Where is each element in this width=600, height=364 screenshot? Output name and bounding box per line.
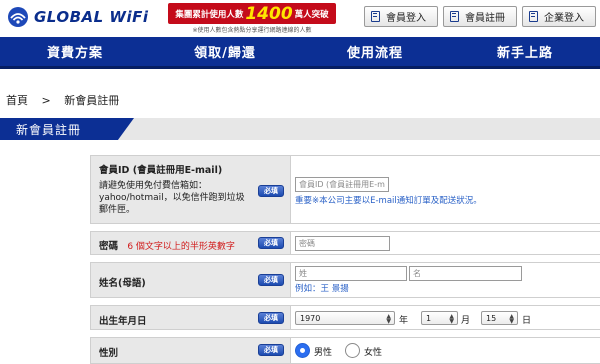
first-name-input[interactable] bbox=[409, 266, 522, 281]
required-badge: 必填 bbox=[258, 237, 284, 249]
banner-headline: 集團累計使用人數 1400 萬人突破 bbox=[168, 3, 336, 24]
main-nav: 資費方案 領取/歸還 使用流程 新手上路 bbox=[0, 37, 600, 69]
member-id-label: 會員ID (會員註冊用E-mail) bbox=[99, 165, 223, 176]
gender-female-label[interactable]: 女性 bbox=[364, 345, 382, 358]
name-field-cell: 例如：王 景揚 bbox=[290, 262, 600, 298]
member-id-field-cell: 重要※本公司主要以E-mail通知訂單及配送狀況。 bbox=[290, 155, 600, 224]
gender-field-cell: 男性 女性 bbox=[290, 337, 600, 364]
birthday-row: 出生年月日 必填 1970 ▲ ▼ 年 1 ▲ ▼ 月 15 ▲ ▼ 日 bbox=[90, 305, 600, 330]
form-icon bbox=[529, 11, 538, 22]
birthday-field-cell: 1970 ▲ ▼ 年 1 ▲ ▼ 月 15 ▲ ▼ 日 bbox=[290, 305, 600, 330]
birth-day-select[interactable]: 15 ▲ ▼ bbox=[481, 311, 518, 325]
gender-label-cell: 性別 必填 bbox=[90, 337, 290, 364]
gender-female-radio[interactable] bbox=[345, 343, 360, 358]
banner-number: 1400 bbox=[245, 3, 293, 24]
month-unit: 月 bbox=[461, 316, 471, 326]
password-label: 密碼 bbox=[99, 241, 119, 252]
select-arrows-icon: ▲ ▼ bbox=[386, 313, 391, 325]
required-badge: 必填 bbox=[258, 274, 284, 286]
breadcrumb-separator: > bbox=[41, 94, 51, 107]
birthday-label-cell: 出生年月日 必填 bbox=[90, 305, 290, 330]
password-hint: 6 個文字以上的半形英數字 bbox=[127, 242, 235, 252]
required-badge: 必填 bbox=[258, 344, 284, 356]
form-icon bbox=[450, 11, 459, 22]
day-unit: 日 bbox=[522, 316, 532, 326]
breadcrumb: 首頁 > 新會員註冊 bbox=[6, 92, 119, 108]
logo-text: GLOBAL WiFi bbox=[34, 8, 149, 26]
login-button[interactable]: 會員登入 bbox=[364, 6, 438, 27]
birth-year-select[interactable]: 1970 ▲ ▼ bbox=[295, 311, 395, 325]
password-input[interactable] bbox=[295, 236, 390, 251]
nav-item-plans[interactable]: 資費方案 bbox=[0, 37, 150, 66]
gender-row: 性別 必填 男性 女性 bbox=[90, 337, 600, 364]
birth-month-select[interactable]: 1 ▲ ▼ bbox=[421, 311, 458, 325]
birth-month-value: 1 bbox=[426, 313, 432, 323]
member-id-row: 會員ID (會員註冊用E-mail) 請避免使用免付費信箱如：yahoo/hot… bbox=[90, 155, 600, 224]
password-field-cell bbox=[290, 231, 600, 255]
banner-note: ※使用人數包含熱點分享運行網路連線的人數 bbox=[192, 27, 312, 34]
section-bar: 新會員註冊 bbox=[0, 118, 600, 140]
gender-male-label[interactable]: 男性 bbox=[314, 345, 332, 358]
birth-year-value: 1970 bbox=[300, 313, 321, 323]
wifi-globe-icon bbox=[6, 6, 30, 28]
birth-day-value: 15 bbox=[486, 313, 497, 323]
member-id-note: 重要※本公司主要以E-mail通知訂單及配送狀況。 bbox=[295, 196, 482, 206]
page-title: 新會員註冊 bbox=[0, 118, 134, 140]
form-icon bbox=[371, 11, 380, 22]
last-name-input[interactable] bbox=[295, 266, 407, 281]
birthday-label: 出生年月日 bbox=[99, 316, 147, 327]
member-id-input[interactable] bbox=[295, 177, 389, 192]
year-unit: 年 bbox=[399, 316, 409, 326]
name-row: 姓名(母語) 必填 例如：王 景揚 bbox=[90, 262, 600, 298]
site-header: GLOBAL WiFi 集團累計使用人數 1400 萬人突破 ※使用人數包含熱點… bbox=[0, 0, 600, 37]
nav-item-beginner-guide[interactable]: 新手上路 bbox=[450, 37, 600, 66]
site-logo[interactable]: GLOBAL WiFi bbox=[6, 6, 148, 28]
banner-pre: 集團累計使用人數 bbox=[175, 9, 244, 20]
corporate-login-button[interactable]: 企業登入 bbox=[522, 6, 596, 27]
login-button-label: 會員登入 bbox=[386, 13, 426, 24]
usage-banner[interactable]: 集團累計使用人數 1400 萬人突破 ※使用人數包含熱點分享運行網路連線的人數 bbox=[168, 3, 336, 34]
register-button-label: 會員註冊 bbox=[465, 13, 505, 24]
nav-item-pickup-return[interactable]: 領取/歸還 bbox=[150, 37, 300, 66]
member-id-label-cell: 會員ID (會員註冊用E-mail) 請避免使用免付費信箱如：yahoo/hot… bbox=[90, 155, 290, 224]
nav-item-usage-flow[interactable]: 使用流程 bbox=[300, 37, 450, 66]
password-row: 密碼 6 個文字以上的半形英數字 必填 bbox=[90, 231, 600, 255]
breadcrumb-current: 新會員註冊 bbox=[64, 94, 120, 107]
name-label: 姓名(母語) bbox=[99, 278, 146, 289]
breadcrumb-home[interactable]: 首頁 bbox=[6, 94, 28, 107]
corporate-login-button-label: 企業登入 bbox=[544, 13, 584, 24]
member-id-hint: 請避免使用免付費信箱如：yahoo/hotmail，以免信件跑到垃圾郵件匣。 bbox=[99, 181, 245, 215]
select-arrows-icon: ▲ ▼ bbox=[449, 313, 454, 325]
password-label-cell: 密碼 6 個文字以上的半形英數字 必填 bbox=[90, 231, 290, 255]
name-label-cell: 姓名(母語) 必填 bbox=[90, 262, 290, 298]
register-button[interactable]: 會員註冊 bbox=[443, 6, 517, 27]
gender-male-radio[interactable] bbox=[295, 343, 310, 358]
name-example: 例如：王 景揚 bbox=[295, 284, 349, 294]
gender-label: 性別 bbox=[99, 348, 119, 359]
required-badge: 必填 bbox=[258, 312, 284, 324]
banner-post: 萬人突破 bbox=[294, 9, 329, 20]
select-arrows-icon: ▲ ▼ bbox=[509, 313, 514, 325]
required-badge: 必填 bbox=[258, 185, 284, 197]
